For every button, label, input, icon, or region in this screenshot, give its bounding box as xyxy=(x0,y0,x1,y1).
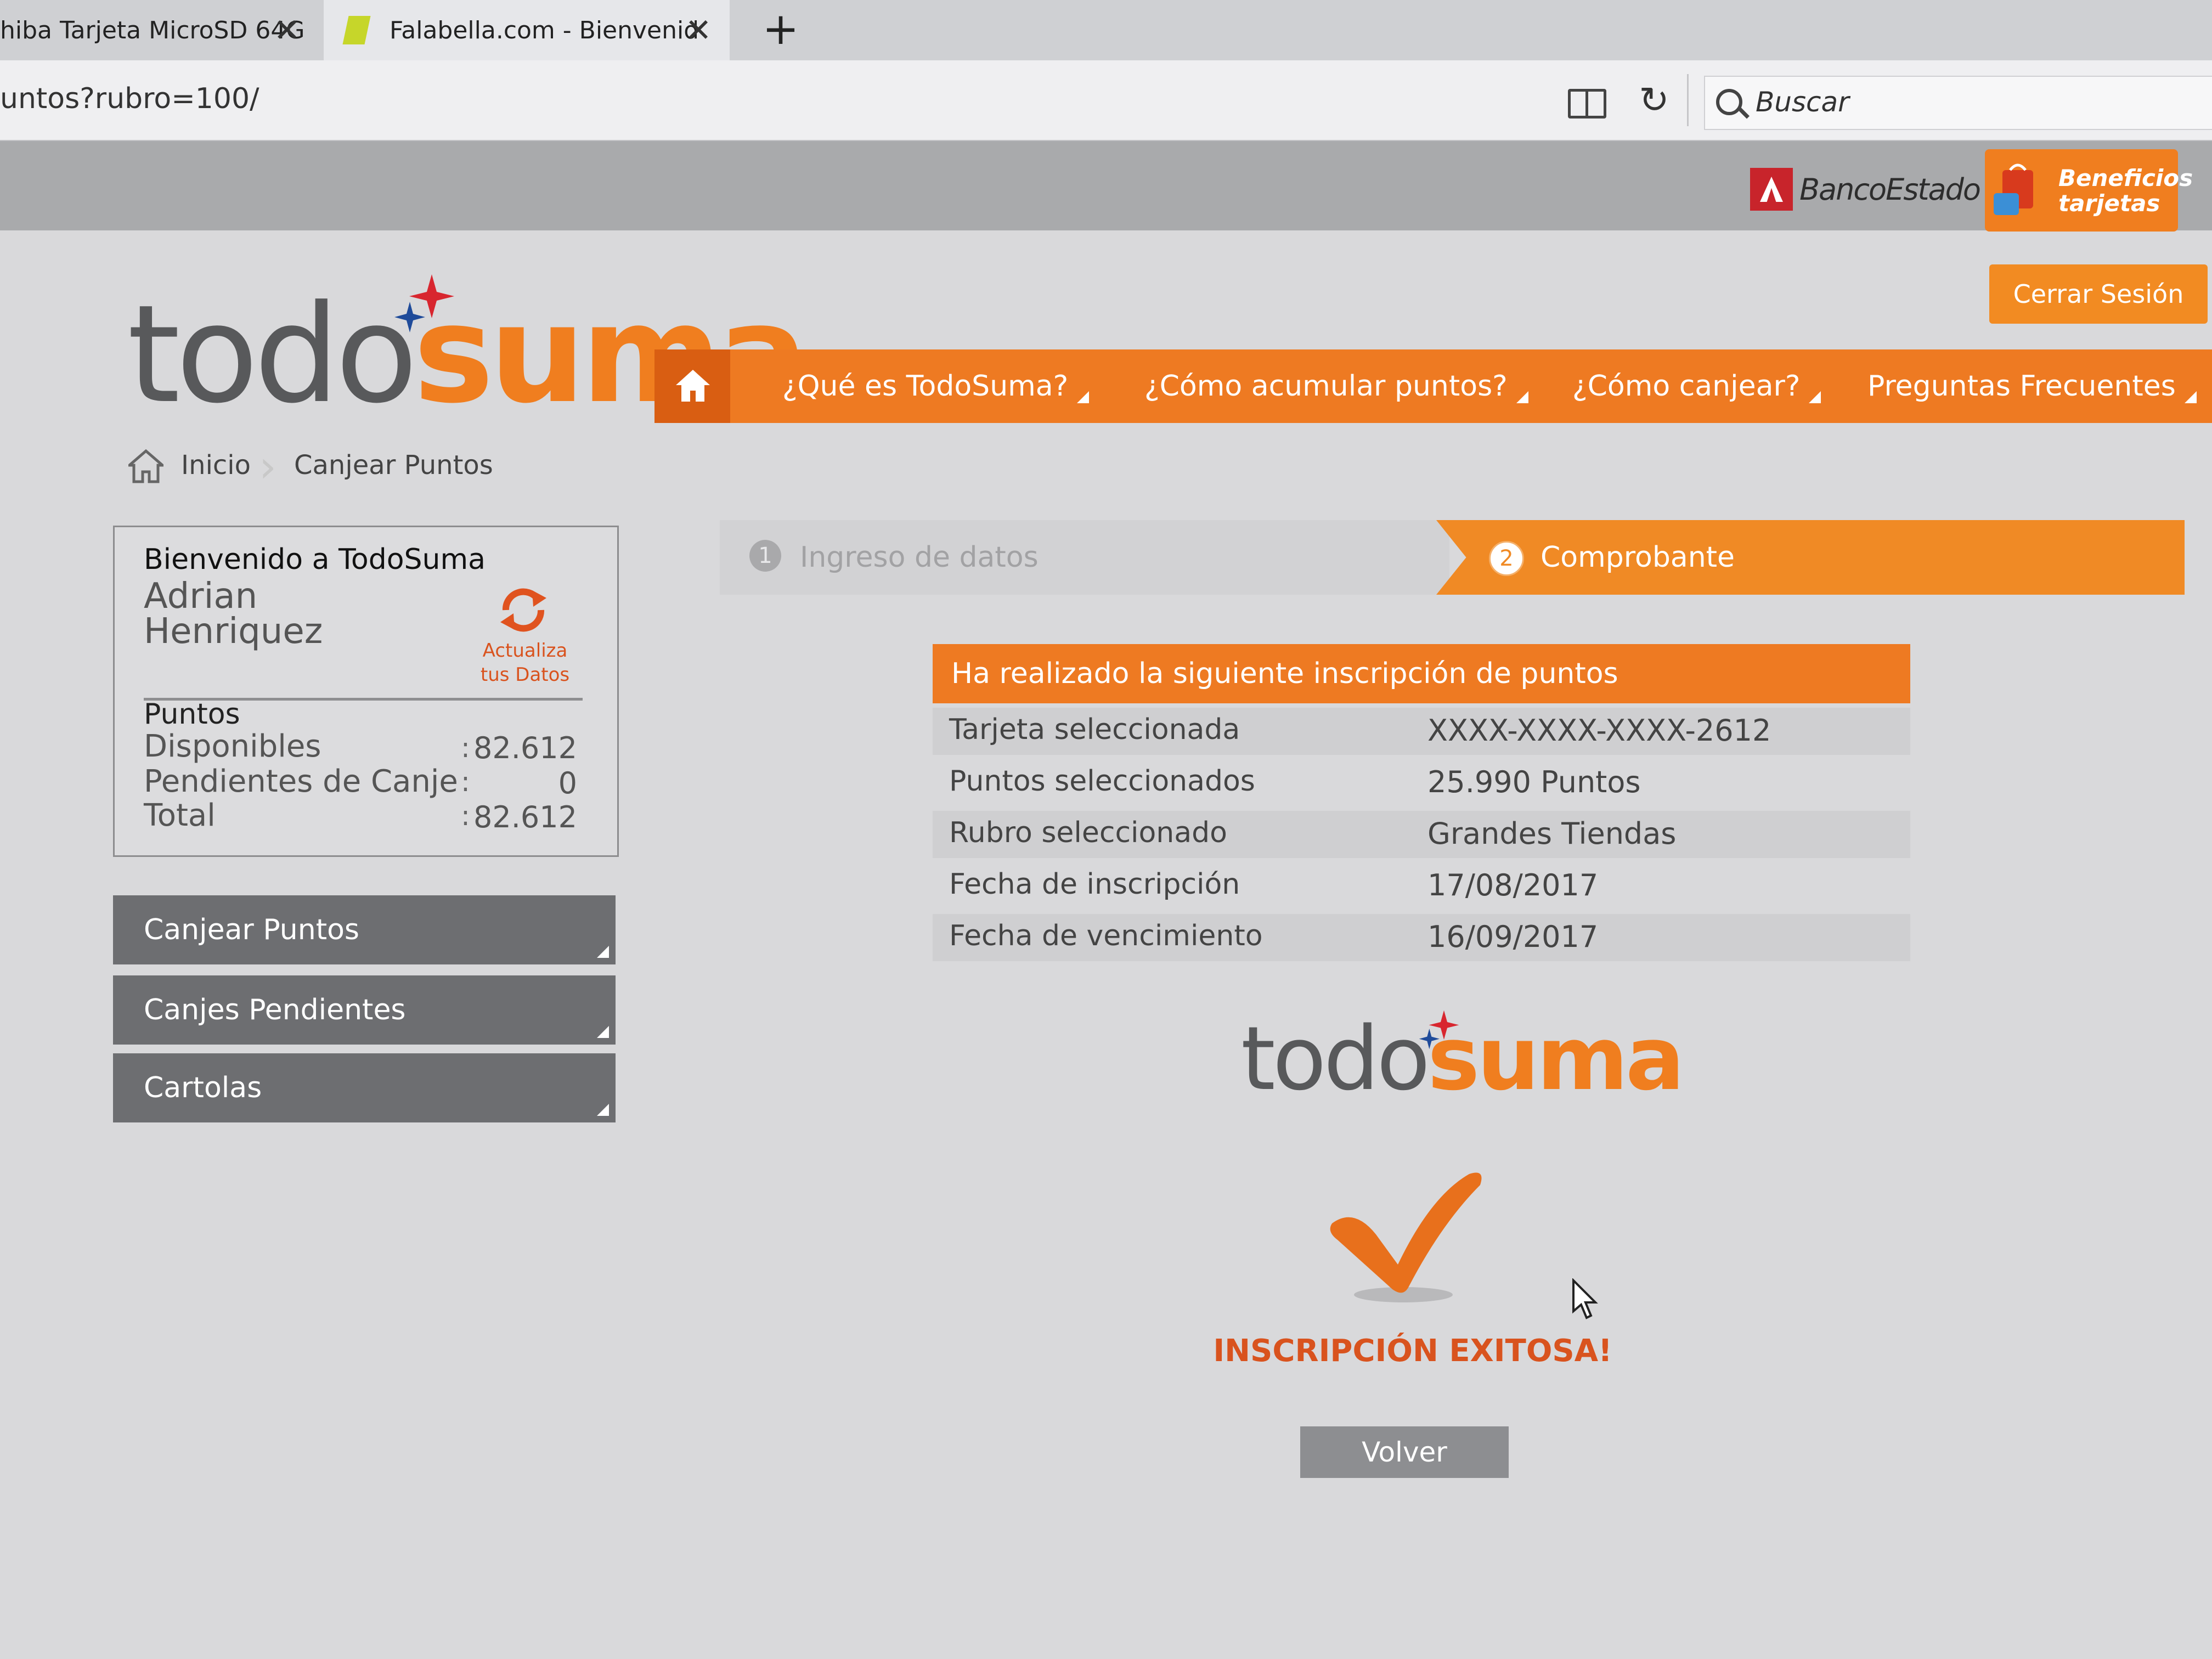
chevron-corner-icon xyxy=(2184,391,2197,403)
step-2-label: Comprobante xyxy=(1541,541,1735,574)
receipt-label: Fecha de inscripción xyxy=(949,868,1240,901)
step-1-label: Ingreso de datos xyxy=(800,541,1039,574)
receipt-label: Rubro seleccionado xyxy=(949,816,1227,849)
receipt-header: Ha realizado la siguiente inscripción de… xyxy=(933,644,1910,703)
update-data-link[interactable]: Actualiza tus Datos xyxy=(473,639,577,687)
points-colon: : xyxy=(461,800,470,832)
chevron-corner-icon xyxy=(1809,391,1821,403)
favicon-icon xyxy=(342,16,371,44)
step-2-number: 2 xyxy=(1489,541,1524,576)
nav-preguntas[interactable]: Preguntas Frecuentes xyxy=(1867,349,2197,423)
browser-tab-2[interactable]: Falabella.com - Bienvenidos ✕ xyxy=(324,0,730,60)
shopping-bag-icon xyxy=(1994,163,2033,215)
nav-como-canjear[interactable]: ¿Cómo canjear? xyxy=(1572,349,1821,423)
receipt-value: 17/08/2017 xyxy=(1427,868,1599,902)
points-total-label: Total xyxy=(144,798,216,833)
welcome-title: Bienvenido a TodoSuma xyxy=(144,543,486,576)
benefits-label: Beneficios tarjetas xyxy=(2058,165,2193,217)
plus-icon[interactable]: + xyxy=(761,7,800,51)
points-total-value: 82.612 xyxy=(473,800,577,834)
corner-arrow-icon xyxy=(597,1026,609,1038)
breadcrumb-separator: › xyxy=(259,441,276,492)
step-1-number: 1 xyxy=(749,540,781,572)
bank-name: BancoEstado xyxy=(1799,172,1981,207)
logo-text-todo: todo xyxy=(127,276,418,433)
receipt-label: Fecha de vencimiento xyxy=(949,919,1263,952)
logo-star-icon xyxy=(1419,1010,1459,1049)
update-label-line2: tus Datos xyxy=(480,664,570,686)
toolbar-divider xyxy=(1687,74,1689,126)
close-icon[interactable]: ✕ xyxy=(684,14,713,46)
receipt-row: Fecha de inscripción 17/08/2017 xyxy=(933,862,1910,910)
receipt-label: Tarjeta seleccionada xyxy=(949,713,1240,746)
receipt-label: Puntos seleccionados xyxy=(949,765,1255,798)
home-icon xyxy=(676,370,710,402)
checkmark-icon xyxy=(1330,1172,1482,1302)
receipt-row: Fecha de vencimiento 16/09/2017 xyxy=(933,914,1910,961)
receipt-value: 16/09/2017 xyxy=(1427,919,1599,954)
corner-arrow-icon xyxy=(597,1104,609,1116)
corner-arrow-icon xyxy=(597,946,609,958)
points-available-value: 82.612 xyxy=(473,731,577,765)
receipt-value: 25.990 Puntos xyxy=(1427,765,1641,799)
search-icon xyxy=(1716,89,1742,115)
nav-como-acumular[interactable]: ¿Cómo acumular puntos? xyxy=(1144,349,1528,423)
points-colon: : xyxy=(461,766,470,798)
user-last-name: Henriquez xyxy=(144,611,323,652)
points-title: Puntos xyxy=(144,698,240,731)
breadcrumb-current: Canjear Puntos xyxy=(294,450,493,481)
todosuma-logo[interactable]: todosuma xyxy=(127,274,809,422)
sidebar-button-label: Cartolas xyxy=(144,1071,262,1104)
bank-logo-icon xyxy=(1750,168,1793,211)
refresh-icon[interactable] xyxy=(494,583,553,637)
receipt-row: Tarjeta seleccionada XXXX-XXXX-XXXX-2612 xyxy=(933,708,1910,755)
nav-label: ¿Cómo canjear? xyxy=(1572,370,1801,403)
sidebar-button-label: Canjear Puntos xyxy=(144,913,359,946)
sidebar-canjear-puntos[interactable]: Canjear Puntos xyxy=(113,895,616,964)
points-colon: : xyxy=(461,732,470,764)
browser-tab-1[interactable]: hiba Tarjeta MicroSD 64G ✕ xyxy=(0,0,318,60)
close-icon[interactable]: ✕ xyxy=(272,14,302,46)
chevron-corner-icon xyxy=(1077,391,1090,403)
cursor-icon xyxy=(1572,1278,1598,1319)
nav-label: ¿Qué es TodoSuma? xyxy=(782,370,1069,403)
breadcrumb-home[interactable]: Inicio xyxy=(181,450,251,481)
points-pending-value: 0 xyxy=(558,766,577,800)
points-available-label: Disponibles xyxy=(144,729,321,764)
url-text[interactable]: untos?rubro=100/ xyxy=(0,82,259,115)
logout-button[interactable]: Cerrar Sesión xyxy=(1989,264,2208,324)
nav-label: Preguntas Frecuentes xyxy=(1867,370,2176,403)
success-message: INSCRIPCIÓN EXITOSA! xyxy=(1213,1333,1612,1369)
receipt-value: Grandes Tiendas xyxy=(1427,816,1677,851)
todosuma-logo-small: todosuma xyxy=(1241,1009,1685,1103)
logo-text-suma: suma xyxy=(1427,1007,1685,1110)
bank-logo[interactable]: BancoEstado xyxy=(1750,165,1981,214)
reader-view-icon[interactable] xyxy=(1568,89,1606,119)
nav-que-es[interactable]: ¿Qué es TodoSuma? xyxy=(782,349,1090,423)
sidebar-cartolas[interactable]: Cartolas xyxy=(113,1053,616,1122)
chevron-corner-icon xyxy=(1516,391,1528,403)
back-button[interactable]: Volver xyxy=(1300,1426,1509,1478)
breadcrumb-home-icon[interactable] xyxy=(128,449,163,484)
user-first-name: Adrian xyxy=(144,576,258,617)
receipt-row: Puntos seleccionados 25.990 Puntos xyxy=(933,759,1910,806)
sidebar-button-label: Canjes Pendientes xyxy=(144,994,406,1026)
logo-text-todo: todo xyxy=(1241,1007,1430,1110)
nav-label: ¿Cómo acumular puntos? xyxy=(1144,370,1508,403)
receipt-value: XXXX-XXXX-XXXX-2612 xyxy=(1427,713,1771,748)
points-pending-label: Pendientes de Canje xyxy=(144,764,458,799)
tab-title: hiba Tarjeta MicroSD 64G xyxy=(0,16,305,44)
logo-star-icon xyxy=(394,274,454,332)
update-label-line1: Actualiza xyxy=(482,640,568,662)
tab-title: Falabella.com - Bienvenidos xyxy=(390,16,697,44)
receipt-row: Rubro seleccionado Grandes Tiendas xyxy=(933,811,1910,858)
address-bar: untos?rubro=100/ ↻ xyxy=(0,60,2212,141)
sidebar-canjes-pendientes[interactable]: Canjes Pendientes xyxy=(113,975,616,1045)
search-input[interactable] xyxy=(1754,82,2185,122)
reload-icon[interactable]: ↻ xyxy=(1635,76,1673,125)
